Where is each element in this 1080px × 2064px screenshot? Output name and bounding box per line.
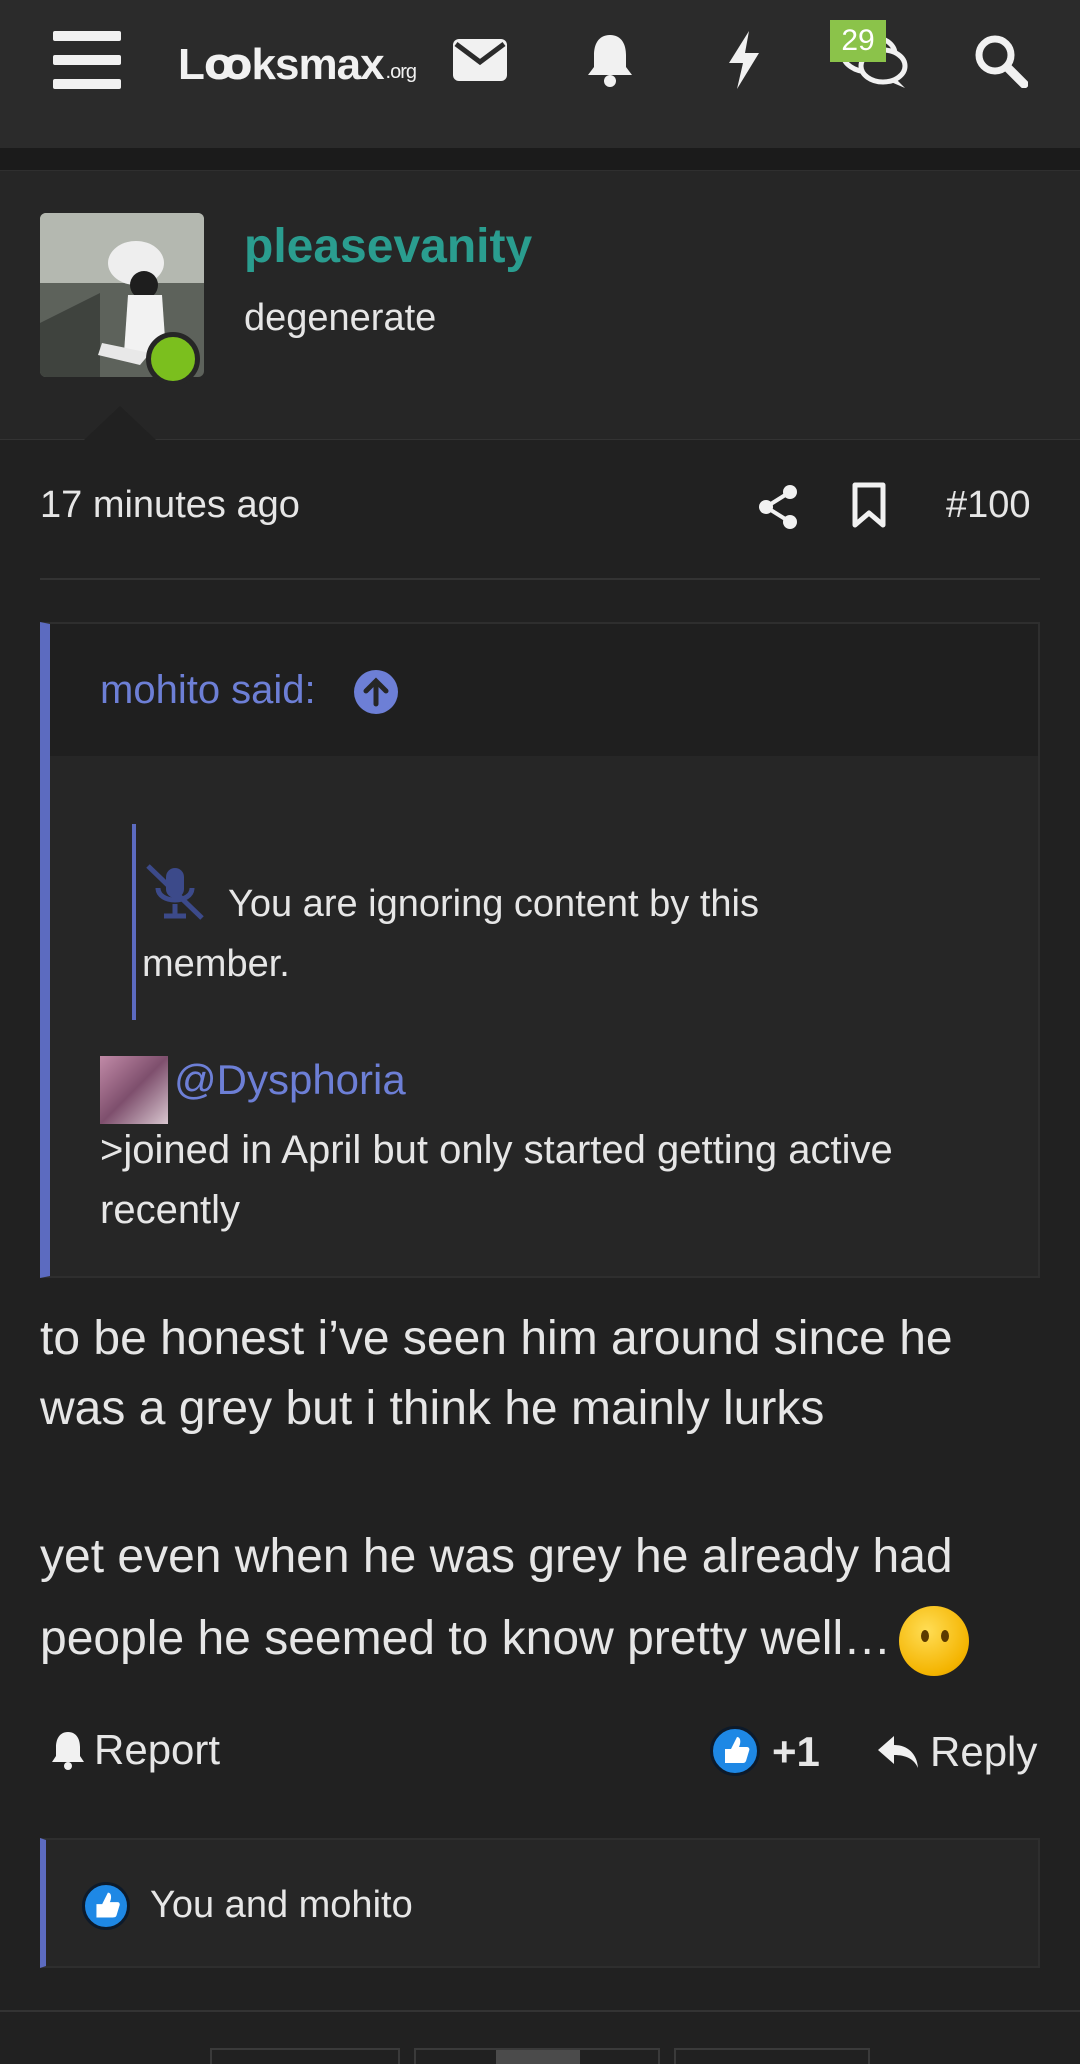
top-navigation-bar: Lꝏksmax .org 29: [0, 0, 1080, 148]
user-mention-link[interactable]: @Dysphoria: [174, 1056, 406, 1104]
post-author-title: degenerate: [244, 297, 437, 339]
bell-icon: [52, 1732, 84, 1770]
like-count[interactable]: +1: [772, 1728, 820, 1776]
reactions-summary[interactable]: You and mohito: [40, 1838, 1040, 1968]
bookmark-icon[interactable]: [852, 482, 892, 532]
search-icon[interactable]: [970, 28, 1030, 92]
arrow-up-circle-icon[interactable]: [354, 670, 398, 714]
reply-arrow-icon: [878, 1736, 918, 1768]
quote-text-line: >joined in April but only started gettin…: [100, 1128, 893, 1232]
conversations-count-badge[interactable]: 29: [830, 20, 886, 62]
post-header-divider: [40, 578, 1040, 580]
quoted-message: mohito said: You are ignoring content by…: [40, 622, 1040, 1278]
pagination-pages[interactable]: [414, 2048, 660, 2064]
share-icon[interactable]: [758, 484, 808, 534]
nav-divider: [0, 148, 1080, 170]
ignored-content-notice: You are ignoring content by this member.: [142, 883, 759, 985]
post-footer-divider: [0, 2010, 1080, 2012]
message-user-block: pleasevanity degenerate: [0, 170, 1080, 440]
online-status-indicator: [146, 332, 200, 386]
report-label: Report: [94, 1726, 221, 1773]
post-body-paragraph-with-emoji: yet even when he was grey he already had…: [40, 1516, 1040, 1680]
mail-icon[interactable]: [452, 28, 508, 92]
inner-quote-bar: [132, 824, 136, 1020]
user-block-pointer: [84, 406, 156, 440]
reactions-summary-text: You and mohito: [150, 1884, 413, 1926]
pagination-next-button[interactable]: [674, 2048, 870, 2064]
reply-label: Reply: [930, 1728, 1038, 1775]
post-author-username[interactable]: pleasevanity: [244, 219, 532, 274]
pagination-current-page[interactable]: [496, 2050, 580, 2064]
bolt-icon[interactable]: [718, 28, 770, 92]
thinking-face-emoji-icon: [899, 1606, 970, 1677]
post-body-text: yet even when he was grey he already had…: [40, 1530, 953, 1665]
pagination-prev-button[interactable]: [210, 2048, 400, 2064]
logo-text: Lꝏksmax: [178, 40, 385, 89]
post-body-paragraph: to be honest i’ve seen him around since …: [40, 1312, 953, 1435]
post-number-link[interactable]: #100: [946, 484, 1031, 527]
quote-text: >joined in April but only started gettin…: [100, 1120, 1020, 1240]
mention-user-avatar[interactable]: [100, 1056, 168, 1124]
like-thumbs-up-icon[interactable]: [710, 1726, 760, 1776]
quote-author-link[interactable]: mohito said:: [100, 668, 316, 713]
bell-icon[interactable]: [582, 28, 638, 92]
quote-header: mohito said:: [50, 624, 1038, 756]
like-thumbs-up-icon: [82, 1882, 130, 1930]
reply-button[interactable]: Reply: [876, 1728, 1037, 1776]
menu-icon[interactable]: [52, 31, 122, 89]
report-button[interactable]: Report: [50, 1726, 220, 1774]
site-logo[interactable]: Lꝏksmax .org: [178, 34, 417, 90]
post-timestamp[interactable]: 17 minutes ago: [40, 484, 300, 527]
logo-suffix: .org: [385, 61, 417, 83]
